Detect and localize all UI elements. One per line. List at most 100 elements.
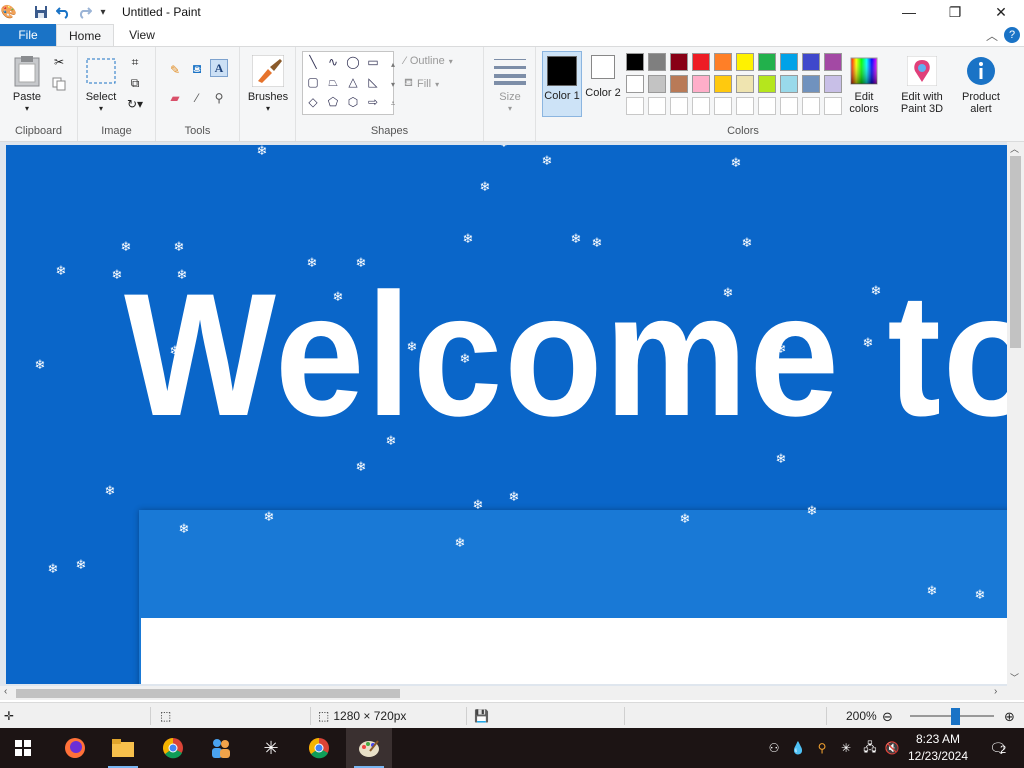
arrow-shape-icon[interactable]: ⇨ xyxy=(365,94,381,110)
minimize-button[interactable]: — xyxy=(886,0,932,24)
palette-swatch[interactable] xyxy=(758,53,776,71)
fill-button[interactable]: ⛾ Fill ▾ xyxy=(404,77,439,91)
zoom-out-icon[interactable]: ⊖ xyxy=(882,709,893,725)
palette-swatch[interactable] xyxy=(736,53,754,71)
palette-swatch[interactable] xyxy=(736,75,754,93)
fill-bucket-icon[interactable]: ⛾ xyxy=(188,61,206,79)
custom-color-slot[interactable] xyxy=(802,97,820,115)
palette-swatch[interactable] xyxy=(626,75,644,93)
notifications-button[interactable]: 🗨 2 xyxy=(978,728,1018,768)
palette-swatch[interactable] xyxy=(670,75,688,93)
scroll-right-icon[interactable]: › xyxy=(994,686,997,697)
scroll-left-icon[interactable]: ‹ xyxy=(4,686,7,697)
zoom-slider-thumb[interactable] xyxy=(951,708,960,725)
rotate-icon[interactable]: ↻▾ xyxy=(126,95,144,113)
custom-color-slot[interactable] xyxy=(692,97,710,115)
zoom-in-icon[interactable]: ⊕ xyxy=(1004,709,1015,725)
save-icon[interactable] xyxy=(32,3,50,21)
pencil-icon[interactable]: ✎ xyxy=(166,61,184,79)
triangle-shape-icon[interactable]: △ xyxy=(345,74,361,90)
help-icon[interactable]: ? xyxy=(1004,27,1020,43)
paint-icon[interactable] xyxy=(346,728,392,768)
drawing-canvas[interactable]: Welcome to ❄ ❄ ❄ ❄ ❄ ❄ ❄ ❄ ❄ ❄ ❄ ❄ ❄ ❄ ❄ ❄ ❄ ❄ ❄ ❄ ❄ ❄ ❄ ❄ ❄ ❄ ❄ ❄ ❄… xyxy=(6,145,1007,684)
firefox-icon[interactable] xyxy=(52,728,98,768)
start-button[interactable] xyxy=(0,728,46,768)
snowflake-app-icon[interactable]: ✳ xyxy=(248,728,294,768)
palette-swatch[interactable] xyxy=(714,75,732,93)
palette-swatch[interactable] xyxy=(714,53,732,71)
curve-shape-icon[interactable]: ∿ xyxy=(325,54,341,70)
palette-swatch[interactable] xyxy=(802,75,820,93)
edit-colors-button[interactable]: Edit colors xyxy=(842,55,886,115)
magnifier-icon[interactable]: ⚲ xyxy=(210,89,228,107)
palette-swatch[interactable] xyxy=(780,53,798,71)
paint-app-icon[interactable]: 🎨 xyxy=(0,3,18,21)
edit-with-paint3d-button[interactable]: Edit with Paint 3D xyxy=(896,55,948,115)
undo-icon[interactable] xyxy=(54,3,72,21)
vertical-scrollbar[interactable]: ︿ ﹀ xyxy=(1007,142,1024,686)
palette-swatch[interactable] xyxy=(758,75,776,93)
hexagon-shape-icon[interactable]: ⬡ xyxy=(345,94,361,110)
system-clock[interactable]: 8:23 AM 12/23/2024 xyxy=(906,731,970,765)
right-triangle-shape-icon[interactable]: ◺ xyxy=(365,74,381,90)
collapse-ribbon-icon[interactable]: ︿ xyxy=(984,27,1000,43)
tab-home[interactable]: Home xyxy=(56,24,114,46)
palette-swatch[interactable] xyxy=(824,53,842,71)
tab-file[interactable]: File xyxy=(0,24,56,46)
vertical-scroll-thumb[interactable] xyxy=(1010,156,1021,348)
product-alert-button[interactable]: Product alert xyxy=(956,55,1006,115)
text-tool-icon[interactable]: A xyxy=(210,59,228,77)
snowflake-tray-icon[interactable]: ✳ xyxy=(838,740,854,756)
color2-button[interactable]: Color 2 xyxy=(584,55,622,99)
palette-swatch[interactable] xyxy=(824,75,842,93)
size-button[interactable]: Size ▾ xyxy=(490,55,530,115)
customize-dropdown-icon[interactable]: ▾ xyxy=(94,3,112,21)
brushes-button[interactable]: Brushes ▾ xyxy=(246,55,290,115)
search-tray-icon[interactable]: ⚲ xyxy=(814,740,830,756)
palette-swatch[interactable] xyxy=(692,75,710,93)
scroll-up-icon[interactable]: ︿ xyxy=(1010,142,1019,155)
diamond-shape-icon[interactable]: ◇ xyxy=(305,94,321,110)
paste-button[interactable]: Paste ▾ xyxy=(8,55,46,115)
select-button[interactable]: Select ▾ xyxy=(82,55,120,115)
palette-swatch[interactable] xyxy=(626,53,644,71)
shapes-scroll-up-icon[interactable]: ▴ xyxy=(384,55,402,73)
horizontal-scrollbar[interactable]: ‹ › xyxy=(0,686,1024,700)
volume-muted-icon[interactable]: 🔇 xyxy=(884,740,900,756)
palette-swatch[interactable] xyxy=(648,53,666,71)
custom-color-slot[interactable] xyxy=(758,97,776,115)
palette-swatch[interactable] xyxy=(802,53,820,71)
tab-view[interactable]: View xyxy=(114,24,170,46)
color1-button[interactable]: Color 1 xyxy=(542,51,582,117)
line-shape-icon[interactable]: ╲ xyxy=(305,54,321,70)
eraser-icon[interactable]: ▰ xyxy=(166,89,184,107)
close-button[interactable]: ✕ xyxy=(978,0,1024,24)
brushes-dropdown-icon[interactable]: ▾ xyxy=(266,103,270,115)
chrome-icon-2[interactable] xyxy=(296,728,342,768)
crop-icon[interactable]: ⌗ xyxy=(126,53,144,71)
rounded-rectangle-shape-icon[interactable]: ▢ xyxy=(305,74,321,90)
palette-swatch[interactable] xyxy=(780,75,798,93)
custom-color-slot[interactable] xyxy=(714,97,732,115)
scroll-down-icon[interactable]: ﹀ xyxy=(1010,671,1019,684)
horizontal-scroll-thumb[interactable] xyxy=(16,689,400,698)
custom-color-slot[interactable] xyxy=(670,97,688,115)
resize-icon[interactable]: ⧉ xyxy=(126,74,144,92)
people-icon[interactable] xyxy=(198,728,244,768)
network-people-tray-icon[interactable]: ⚇ xyxy=(766,740,782,756)
shapes-scroll-down-icon[interactable]: ▾ xyxy=(384,75,402,93)
select-dropdown-icon[interactable]: ▾ xyxy=(99,103,103,115)
custom-color-slot[interactable] xyxy=(780,97,798,115)
cut-icon[interactable]: ✂ xyxy=(50,53,68,71)
color-picker-icon[interactable]: ⁄ xyxy=(188,89,206,107)
shapes-more-icon[interactable]: ⩡ xyxy=(384,95,402,113)
palette-swatch[interactable] xyxy=(670,53,688,71)
redo-icon[interactable] xyxy=(76,3,94,21)
paste-dropdown-icon[interactable]: ▾ xyxy=(25,103,29,115)
maximize-button[interactable]: ❐ xyxy=(932,0,978,24)
pentagon-shape-icon[interactable]: ⬠ xyxy=(325,94,341,110)
custom-color-slot[interactable] xyxy=(626,97,644,115)
file-explorer-icon[interactable] xyxy=(100,728,146,768)
network-icon[interactable]: 🖧 xyxy=(862,740,878,756)
palette-swatch[interactable] xyxy=(648,75,666,93)
